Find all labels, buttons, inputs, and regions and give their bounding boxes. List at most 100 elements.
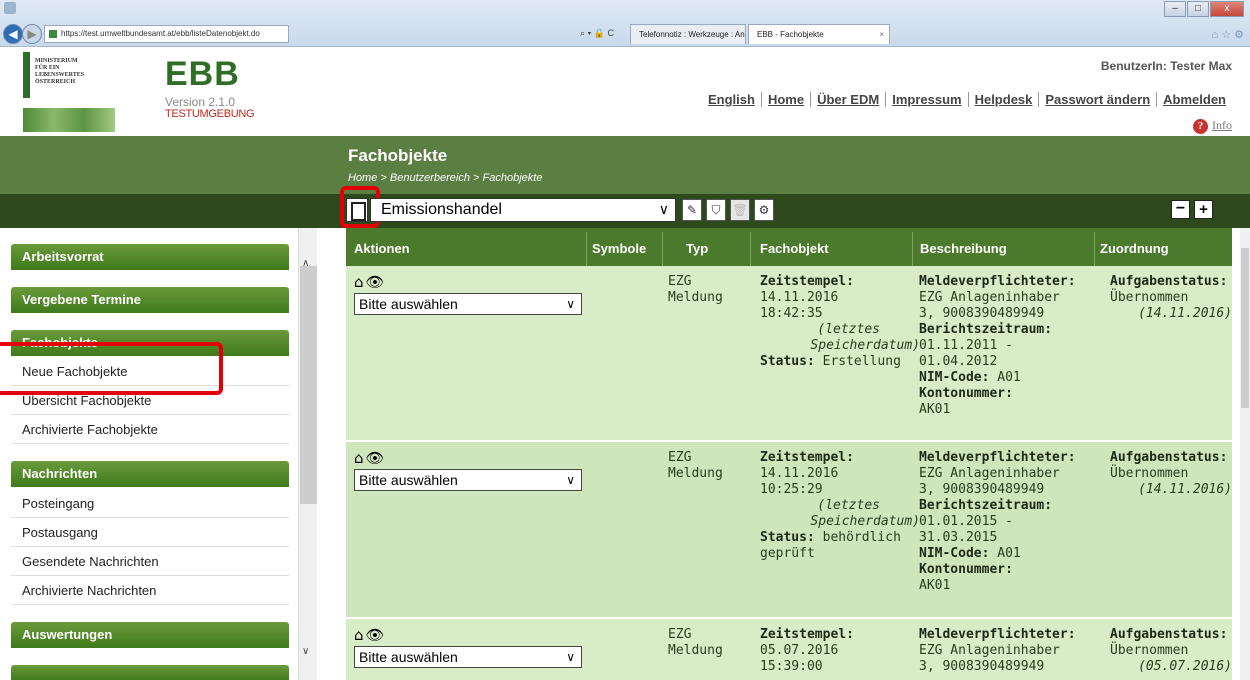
category-select[interactable]: Emissionshandel ∨	[370, 198, 676, 222]
value: (14.11.2016)	[1138, 306, 1232, 321]
site-icon	[49, 30, 57, 38]
sidebar-section-auswertungen[interactable]: Auswertungen	[11, 622, 289, 648]
sidebar-item-posteingang[interactable]: Posteingang	[11, 489, 289, 518]
label-meldeverpflichteter: Meldeverpflichteter:	[919, 274, 1076, 289]
typ-cell: EZG Meldung	[668, 627, 738, 659]
logo-bar	[23, 52, 30, 98]
table-row[interactable]: ⌂👁 Bitte auswählen ∨ EZG Meldung Zeitstemp…	[346, 619, 1232, 680]
link-impressum[interactable]: Impressum	[885, 92, 967, 107]
browser-toolbar-icons[interactable]: ⌂ ☆ ⚙	[1212, 28, 1244, 41]
address-tools[interactable]: ⌕ ▾ 🔒 C	[580, 28, 614, 39]
col-symbole[interactable]: Symbole	[592, 241, 646, 256]
label-kontonummer: Kontonummer:	[919, 562, 1013, 577]
sidebar-item-archivierte-nachrichten[interactable]: Archivierte Nachrichten	[11, 576, 289, 605]
label-aufgabenstatus: Aufgabenstatus:	[1110, 450, 1228, 465]
date: 14.11.2016	[760, 290, 839, 305]
view-icon[interactable]: 👁	[366, 449, 387, 467]
fachobjekt-cell: Zeitstempel: 05.07.2016 15:39:00	[760, 627, 920, 675]
sidebar-item-gesendete-nachrichten[interactable]: Gesendete Nachrichten	[11, 547, 289, 576]
settings-icon[interactable]: ⚙	[754, 199, 774, 221]
app-version: Version 2.1.0	[165, 95, 236, 109]
table-header: Aktionen Symbole Typ Fachobjekt Beschrei…	[346, 228, 1232, 266]
action-select[interactable]: Bitte auswählen ∨	[354, 293, 582, 315]
link-passwort-aendern[interactable]: Passwort ändern	[1038, 92, 1156, 107]
view-icon[interactable]: 👁	[366, 626, 387, 644]
close-tab-icon[interactable]: ×	[879, 25, 884, 44]
table-row[interactable]: ⌂👁 Bitte auswählen ∨ EZG Meldung Zeitstemp…	[346, 266, 1232, 441]
help-icon: ?	[1193, 118, 1208, 134]
typ-line: Meldung	[668, 466, 723, 481]
lock-icon[interactable]: ⌂	[354, 273, 366, 291]
filter-icon[interactable]: ⛉	[706, 199, 726, 221]
beschreibung-cell: Meldeverpflichteter: EZG Anlageninhaber …	[919, 450, 1109, 594]
lock-icon[interactable]: ⌂	[354, 449, 366, 467]
sidebar-section-nachrichten[interactable]: Nachrichten	[11, 461, 289, 487]
page-title: Fachobjekte	[348, 146, 448, 165]
delete-icon[interactable]: 🗑	[730, 199, 750, 221]
value: EZG Anlageninhaber	[919, 290, 1060, 305]
col-zuordnung[interactable]: Zuordnung	[1100, 241, 1169, 256]
link-ueber-edm[interactable]: Über EDM	[810, 92, 885, 107]
link-english[interactable]: English	[702, 92, 761, 107]
note: Speicherdatum)	[810, 514, 920, 529]
value: 3, 9008390489949	[919, 482, 1045, 497]
sidebar-section-arbeitsvorrat[interactable]: Arbeitsvorrat	[11, 244, 289, 270]
main-scrollbar[interactable]	[1240, 228, 1250, 680]
sidebar-scrollbar[interactable]: ∧ ∨	[298, 228, 317, 680]
zuordnung-cell: Aufgabenstatus: Übernommen (14.11.2016)	[1110, 450, 1232, 498]
browser-tab-telefonnotiz[interactable]: Telefonnotiz : Werkzeuge : An...	[630, 24, 746, 44]
minimize-button[interactable]: –	[1164, 1, 1186, 17]
column-divider	[750, 232, 751, 266]
link-abmelden[interactable]: Abmelden	[1156, 92, 1232, 107]
action-select-value: Bitte auswählen	[359, 472, 458, 488]
scrollbar-thumb[interactable]	[1241, 248, 1249, 408]
address-bar[interactable]: https://test.umweltbundesamt.at/ebb/list…	[44, 25, 289, 43]
value: EZG Anlageninhaber	[919, 643, 1060, 658]
col-beschreibung[interactable]: Beschreibung	[920, 241, 1007, 256]
action-select[interactable]: Bitte auswählen ∨	[354, 646, 582, 668]
forward-button[interactable]: ▶	[22, 24, 42, 44]
back-button[interactable]: ◀	[3, 24, 23, 44]
action-select[interactable]: Bitte auswählen ∨	[354, 469, 582, 491]
col-aktionen[interactable]: Aktionen	[354, 241, 410, 256]
breadcrumb[interactable]: Home > Benutzerbereich > Fachobjekte	[348, 172, 542, 184]
label-zeitstempel: Zeitstempel:	[760, 450, 854, 465]
edit-icon[interactable]: ✎	[682, 199, 702, 221]
sidebar-item-postausgang[interactable]: Postausgang	[11, 518, 289, 547]
col-typ[interactable]: Typ	[686, 241, 708, 256]
sidebar-section-vergebene-termine[interactable]: Vergebene Termine	[11, 287, 289, 313]
label-zeitstempel: Zeitstempel:	[760, 627, 854, 642]
label-zeitstempel: Zeitstempel:	[760, 274, 854, 289]
app-name: EBB	[165, 55, 240, 93]
chevron-down-icon[interactable]: ∨	[302, 646, 309, 657]
close-window-button[interactable]: x	[1210, 1, 1244, 17]
table-row[interactable]: ⌂👁 Bitte auswählen ∨ EZG Meldung Zeitstemp…	[346, 442, 1232, 618]
maximize-button[interactable]: □	[1187, 1, 1209, 17]
label-aufgabenstatus: Aufgabenstatus:	[1110, 274, 1228, 289]
browser-tab-ebb[interactable]: EBB - Fachobjekte ×	[748, 24, 890, 44]
info-link[interactable]: ? Info	[1193, 118, 1232, 134]
lock-icon[interactable]: ⌂	[354, 626, 366, 644]
link-helpdesk[interactable]: Helpdesk	[967, 92, 1039, 107]
value: 01.04.2012	[919, 354, 998, 369]
col-fachobjekt[interactable]: Fachobjekt	[760, 241, 829, 256]
page-title-bar: Fachobjekte Home > Benutzerbereich > Fac…	[0, 136, 1250, 194]
user-label: BenutzerIn: Tester Max	[1100, 59, 1232, 73]
collapse-all-button[interactable]: −	[1171, 200, 1190, 219]
view-icon[interactable]: 👁	[366, 273, 387, 291]
expand-all-button[interactable]: +	[1194, 200, 1213, 219]
chevron-down-icon: ∨	[658, 201, 669, 217]
label-meldeverpflichteter: Meldeverpflichteter:	[919, 450, 1076, 465]
value: EZG Anlageninhaber	[919, 466, 1060, 481]
zuordnung-cell: Aufgabenstatus: Übernommen (14.11.2016)	[1110, 274, 1232, 322]
typ-line: EZG	[668, 274, 692, 289]
sidebar-item-archivierte-fachobjekte[interactable]: Archivierte Fachobjekte	[11, 415, 289, 444]
link-home[interactable]: Home	[760, 92, 810, 107]
scrollbar-thumb[interactable]	[300, 266, 317, 504]
value: AK01	[919, 402, 951, 417]
page-header: MINISTERIUM FÜR EIN LEBENSWERTES ÖSTERRE…	[0, 47, 1250, 136]
action-select-value: Bitte auswählen	[359, 296, 458, 312]
value: 3, 9008390489949	[919, 659, 1045, 674]
sidebar-section-partial[interactable]	[11, 665, 289, 680]
browser-chrome: – □ x ◀ ▶ https://test.umweltbundesamt.a…	[0, 0, 1250, 47]
